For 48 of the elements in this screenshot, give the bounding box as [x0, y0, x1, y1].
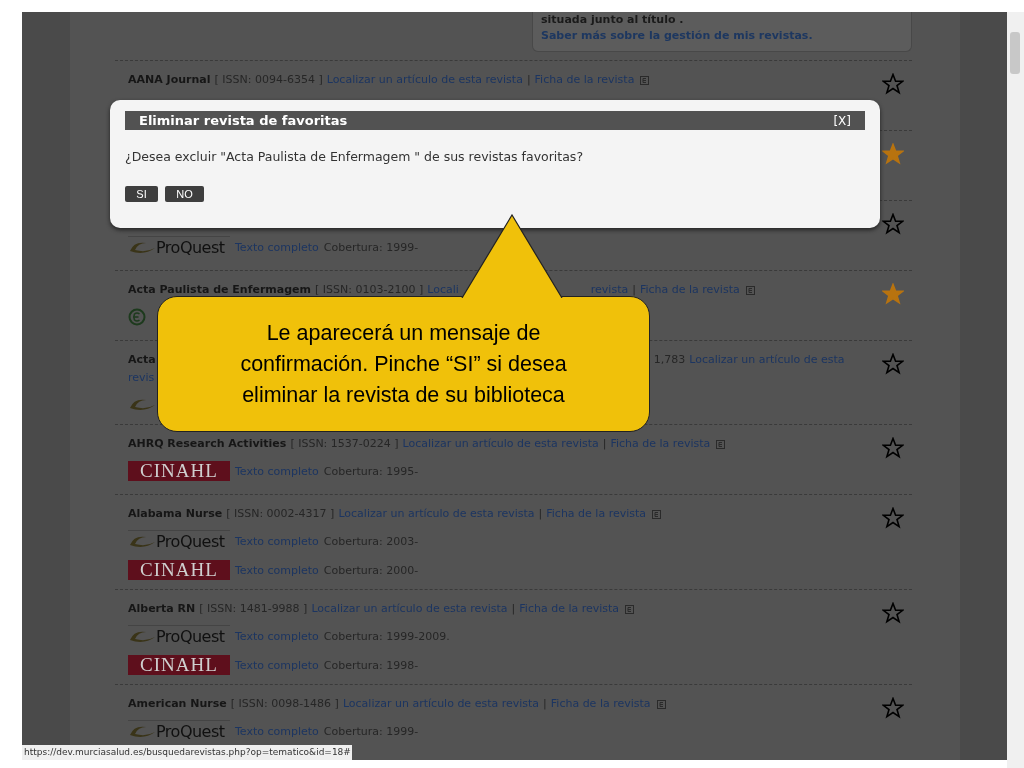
star-icon[interactable]	[882, 143, 904, 165]
callout-text: Le aparecerá un mensaje de confirmación. Pinche “SI” si desea eliminar la revista de su biblioteca	[239, 319, 568, 409]
issn-text: |	[543, 696, 547, 712]
cinahl-logo: CINAHL	[128, 655, 230, 675]
journal-title: Acta Paulista de Enfermagem	[128, 282, 312, 298]
info-icon[interactable]	[625, 604, 635, 614]
help-link[interactable]: Saber más sobre la gestión de mis revistas.	[541, 28, 903, 44]
proquest-logo: ProQuest	[128, 235, 230, 259]
info-icon[interactable]	[716, 439, 726, 449]
tooltip-text: situada junto al título .	[541, 12, 685, 28]
journal-title: AHRQ Research Activities	[128, 436, 287, 452]
cinahl-logo: CINAHL	[128, 461, 230, 481]
close-link[interactable]: [X]	[833, 113, 851, 128]
info-icon[interactable]	[652, 509, 662, 519]
star-icon[interactable]	[882, 353, 904, 375]
dialog-message: ¿Desea excluir "Acta Paulista de Enfermagem " de sus revistas favoritas?	[125, 149, 585, 164]
issn-text: |	[538, 506, 543, 522]
issn-text: |	[511, 601, 516, 617]
scrollbar[interactable]	[1007, 12, 1024, 768]
no-button[interactable]: NO	[165, 186, 204, 202]
journal-title: American Nurse	[128, 696, 227, 712]
journal-title: AANA Journal	[128, 72, 211, 88]
status-bar-url: https://dev.murciasalud.es/busquedarevistas.php?op=tematico&id=18#	[22, 745, 352, 760]
dialog-title: Eliminar revista de favoritas	[139, 113, 348, 128]
star-icon[interactable]	[882, 602, 904, 624]
info-icon[interactable]	[640, 75, 650, 85]
free-access-icon	[128, 308, 146, 326]
journal-title: Acta	[128, 352, 156, 368]
info-icon[interactable]	[656, 699, 666, 709]
scroll-thumb[interactable]	[1010, 32, 1020, 74]
star-icon[interactable]	[882, 73, 904, 95]
star-icon[interactable]	[882, 283, 904, 305]
proquest-logo: ProQuest	[128, 624, 230, 648]
info-icon[interactable]	[745, 285, 755, 295]
issn-text: |	[602, 436, 607, 452]
star-icon[interactable]	[882, 697, 904, 719]
journal-link[interactable]: revis	[128, 369, 155, 387]
star-icon[interactable]	[882, 437, 904, 459]
proquest-logo: ProQuest	[128, 719, 230, 743]
star-icon[interactable]	[882, 213, 904, 235]
journal-title: Alabama Nurse	[128, 506, 223, 522]
proquest-logo: ProQuest	[128, 529, 230, 553]
journal-title: Alberta RN	[128, 601, 196, 617]
cinahl-logo: CINAHL	[128, 560, 230, 580]
yes-button[interactable]: SI	[125, 186, 158, 202]
issn-text: |	[526, 72, 531, 88]
issn-text: |	[632, 282, 636, 298]
star-icon[interactable]	[882, 507, 904, 529]
